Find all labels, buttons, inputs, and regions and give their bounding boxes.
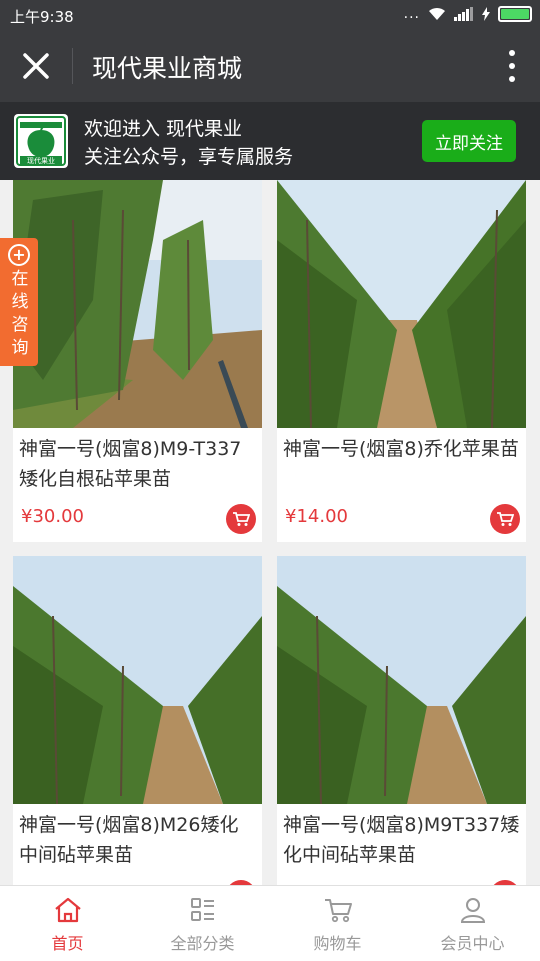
add-to-cart-button[interactable] [226,504,256,534]
wifi-icon [429,7,445,20]
cart-icon [233,512,250,526]
nav-home[interactable]: 首页 [0,886,135,961]
close-icon [23,53,49,79]
signal-icon [454,7,473,21]
status-icons: ... [404,6,532,22]
more-dot [509,49,515,56]
nav-label: 会员中心 [440,934,505,953]
close-button[interactable] [14,44,58,88]
brand-logo: 现代果业 [14,114,68,168]
product-grid: 神富一号(烟富8)M9-T337矮化自根砧苹果苗 ¥30.00 神富一号(烟富8… [0,180,540,885]
product-image[interactable] [13,556,262,804]
nav-label: 购物车 [313,934,362,953]
notification-dots-icon: ... [403,6,420,22]
charging-icon [482,7,490,21]
cart-icon [324,899,352,923]
product-image[interactable] [13,180,262,428]
product-name[interactable]: 神富一号(烟富8)M9T337矮化中间砧苹果苗 [277,810,526,870]
status-time: 上午9:38 [10,8,74,26]
user-icon [460,898,485,923]
consult-label: 在线咨询 [11,269,29,358]
product-price: ¥30.00 [21,506,84,527]
nav-label: 全部分类 [170,934,235,953]
product-name[interactable]: 神富一号(烟富8)乔化苹果苗 [277,434,526,494]
product-price: ¥14.00 [285,506,348,527]
nav-categories[interactable]: 全部分类 [135,886,270,961]
more-dot [509,76,515,83]
product-card[interactable]: 神富一号(烟富8)M26矮化中间砧苹果苗 [13,556,262,885]
category-icon [190,898,214,921]
product-name[interactable]: 神富一号(烟富8)M26矮化中间砧苹果苗 [13,810,262,870]
nav-cart[interactable]: 购物车 [270,886,405,961]
banner-subscribe-text: 关注公众号，享专属服务 [84,146,294,168]
product-card[interactable]: 神富一号(烟富8)M9-T337矮化自根砧苹果苗 ¥30.00 [13,180,262,542]
product-card[interactable]: 神富一号(烟富8)M9T337矮化中间砧苹果苗 [277,556,526,885]
product-image[interactable] [277,180,526,428]
logo-text: 现代果业 [27,156,55,165]
banner-welcome-text: 欢迎进入 现代果业 [84,118,243,140]
title-divider [72,48,73,84]
home-icon [54,897,81,923]
battery-icon [498,6,532,22]
product-image[interactable] [277,556,526,804]
follow-button[interactable]: 立即关注 [422,120,516,162]
nav-member-center[interactable]: 会员中心 [405,886,540,961]
nav-label: 首页 [51,934,84,953]
product-name[interactable]: 神富一号(烟富8)M9-T337矮化自根砧苹果苗 [13,434,262,494]
status-bar: 上午9:38 ... [0,0,540,30]
online-consult-tab[interactable]: + 在线咨询 [0,238,38,366]
cart-icon [497,512,514,526]
follow-banner: 现代果业 欢迎进入 现代果业 关注公众号，享专属服务 立即关注 [0,102,540,180]
more-dot [509,62,515,69]
plus-icon: + [8,244,30,266]
title-bar: 现代果业商城 [0,30,540,102]
more-menu-button[interactable] [502,46,522,86]
product-card[interactable]: 神富一号(烟富8)乔化苹果苗 ¥14.00 [277,180,526,542]
add-to-cart-button[interactable] [490,504,520,534]
page-title: 现代果业商城 [92,54,243,83]
bottom-nav: 首页 全部分类 购物车 会员中心 [0,885,540,961]
